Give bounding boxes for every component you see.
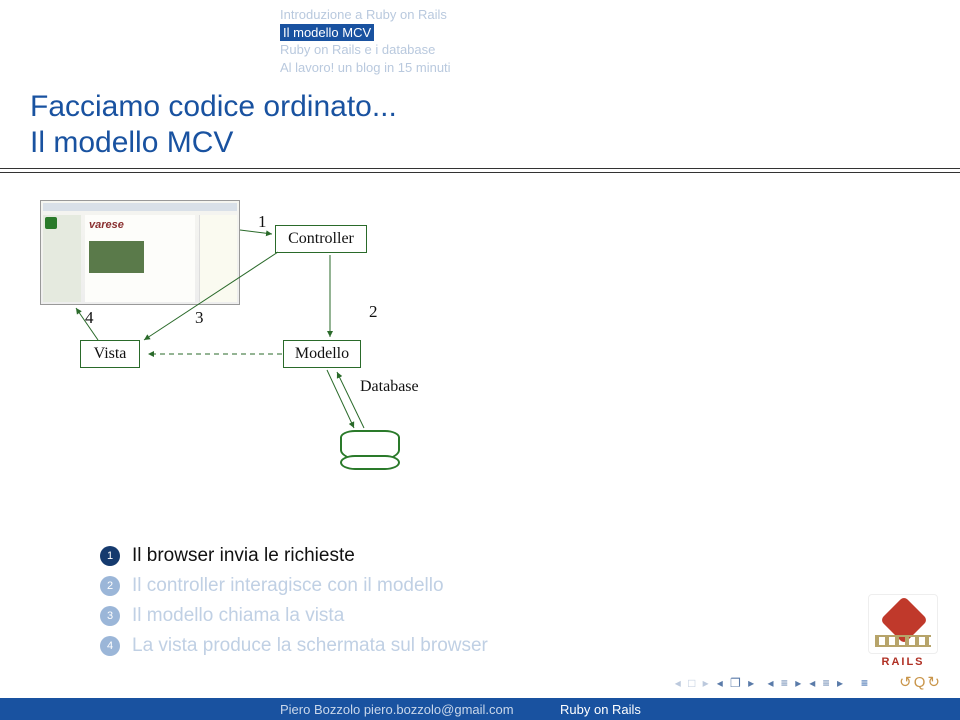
bullet-2: 2 Il controller interagisce con il model…	[100, 575, 488, 597]
divider	[0, 172, 960, 173]
mvc-diagram: varese Controller Vista Modello 1 2 3 4 …	[40, 200, 490, 500]
title-line1: Facciamo codice ordinato...	[30, 90, 397, 124]
bullet-number-icon: 3	[100, 606, 120, 626]
bullet-list: 1 Il browser invia le richieste 2 Il con…	[100, 545, 488, 665]
header-nav: Introduzione a Ruby on Rails Il modello …	[280, 6, 451, 76]
title-line2: Il modello MCV	[30, 126, 397, 160]
bullet-number-icon: 4	[100, 636, 120, 656]
bullet-3: 3 Il modello chiama la vista	[100, 605, 488, 627]
nav-item-intro[interactable]: Introduzione a Ruby on Rails	[280, 6, 451, 24]
divider	[0, 168, 960, 169]
nav-item-mcv[interactable]: Il modello MCV	[280, 24, 451, 42]
nav-item-db[interactable]: Ruby on Rails e i database	[280, 41, 451, 59]
footer-author: Piero Bozzolo piero.bozzolo@gmail.com	[280, 702, 514, 717]
footer-talk: Ruby on Rails	[560, 702, 641, 717]
bullet-number-icon: 1	[100, 546, 120, 566]
slide-title: Facciamo codice ordinato... Il modello M…	[30, 90, 397, 160]
beamer-cycle-icons[interactable]: ↺Q↻	[897, 673, 940, 692]
bullet-number-icon: 2	[100, 576, 120, 596]
bullet-1: 1 Il browser invia le richieste	[100, 545, 488, 567]
beamer-nav-icons[interactable]: ◂ □ ▸◂ ❐ ▸ ◂ ≡ ▸◂ ≡ ▸ ≡	[675, 676, 870, 690]
rails-logo: RAILS	[868, 594, 938, 668]
diagram-arrows	[40, 200, 490, 500]
bullet-4: 4 La vista produce la schermata sul brow…	[100, 635, 488, 657]
nav-item-blog[interactable]: Al lavoro! un blog in 15 minuti	[280, 59, 451, 77]
